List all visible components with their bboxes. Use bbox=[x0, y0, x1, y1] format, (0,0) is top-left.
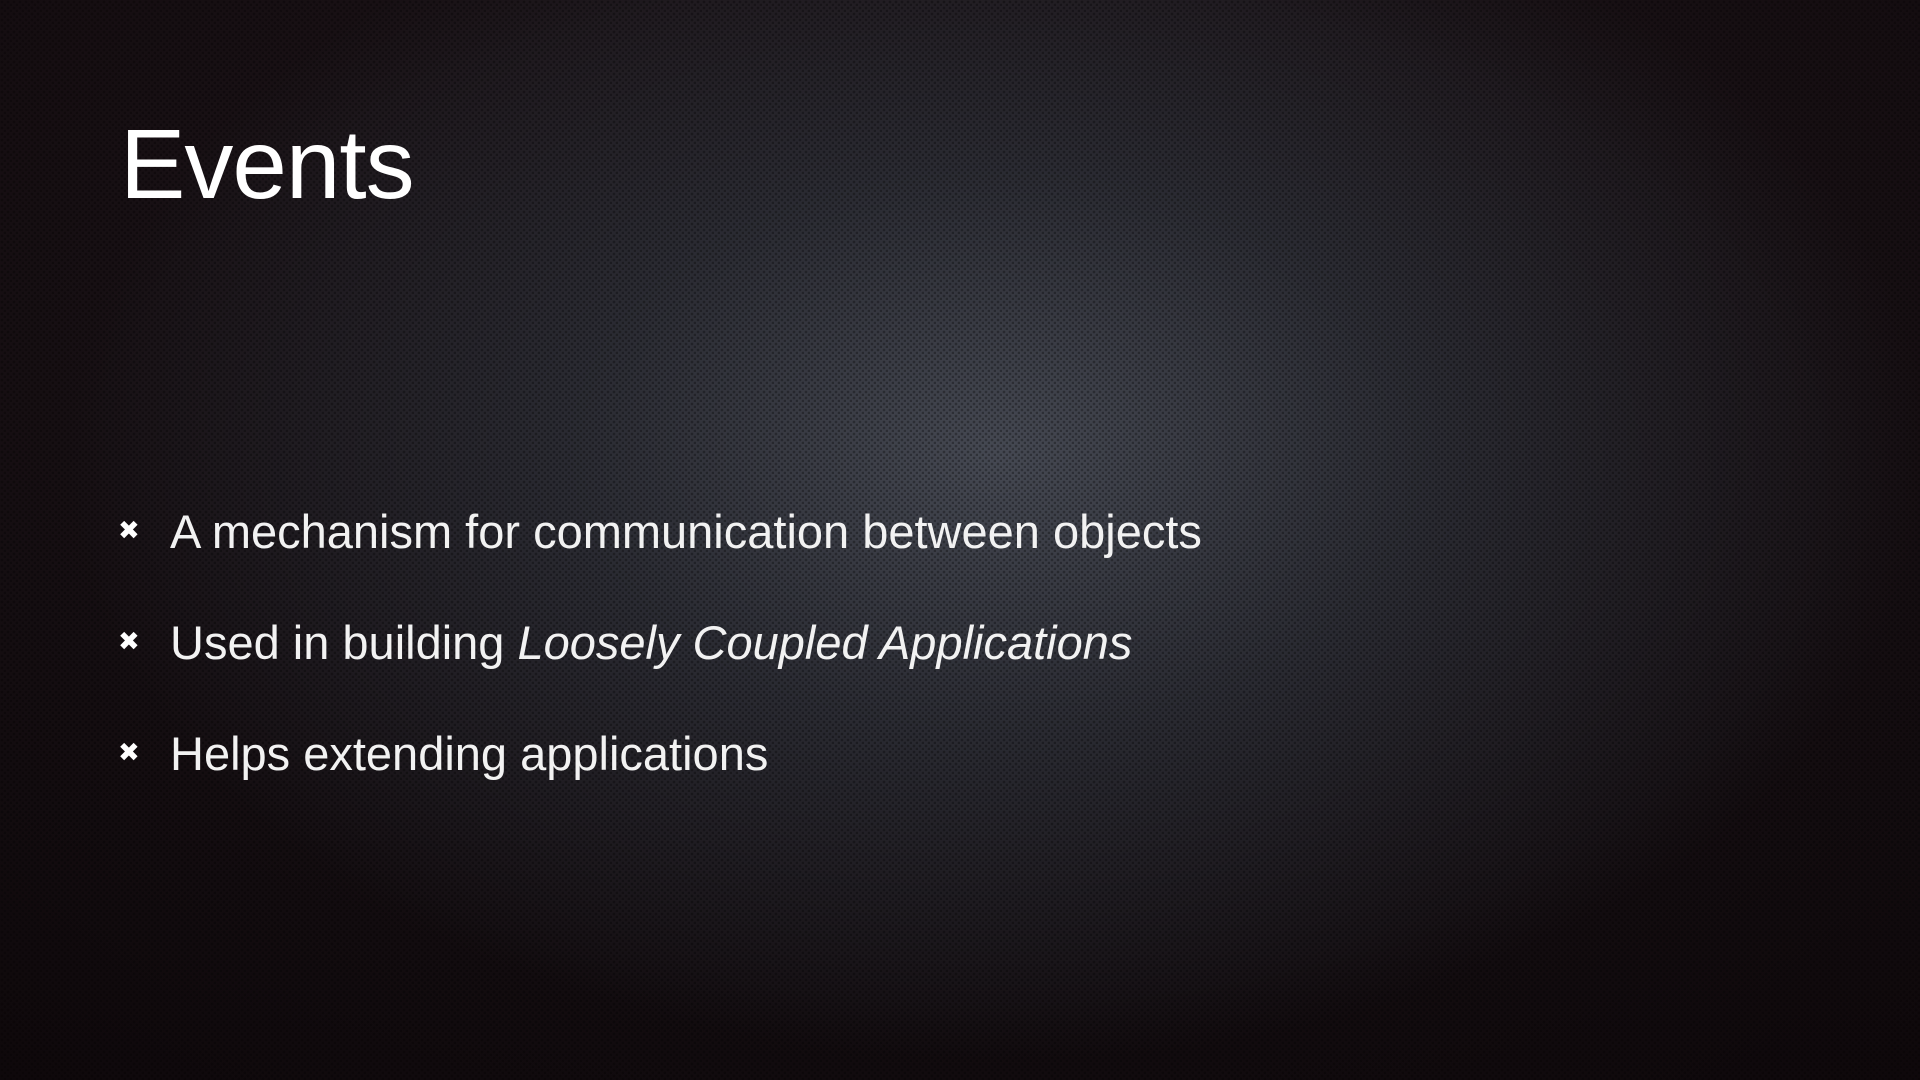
star-bullet-icon: ✖ bbox=[118, 736, 140, 767]
bullet-item: ✖ A mechanism for communication between … bbox=[118, 476, 1202, 587]
slide: Events ✖ A mechanism for communication b… bbox=[0, 0, 1920, 1080]
bullet-text-prefix: Used in building bbox=[170, 616, 518, 669]
bullet-text: Used in building Loosely Coupled Applica… bbox=[170, 615, 1132, 670]
bullet-text: A mechanism for communication between ob… bbox=[170, 505, 1202, 558]
slide-title: Events bbox=[120, 109, 415, 219]
bullet-text-emphasis: Loosely Coupled Applications bbox=[517, 616, 1133, 669]
star-bullet-icon: ✖ bbox=[118, 514, 140, 545]
star-bullet-icon: ✖ bbox=[118, 625, 140, 656]
bullet-item: ✖ Helps extending applications bbox=[118, 698, 1202, 809]
bullet-item: ✖ Used in building Loosely Coupled Appli… bbox=[118, 587, 1202, 698]
bullet-text: Helps extending applications bbox=[170, 727, 769, 780]
bullet-list: ✖ A mechanism for communication between … bbox=[118, 476, 1202, 809]
